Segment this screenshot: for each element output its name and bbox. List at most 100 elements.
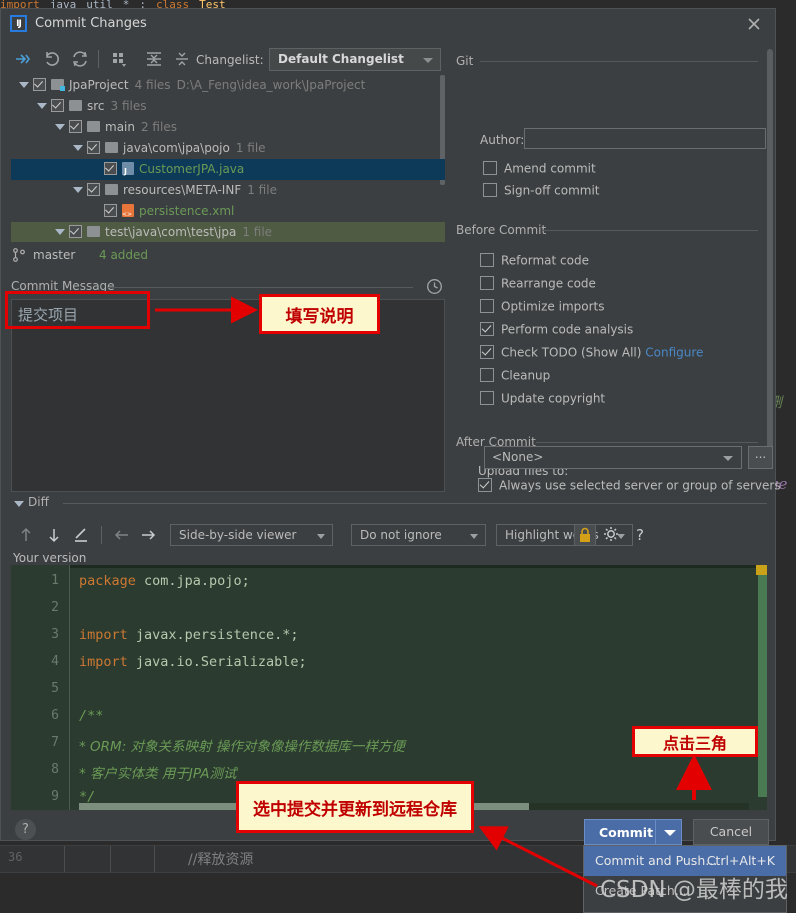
changelist-label: Changelist: — [196, 53, 264, 67]
row-checkbox[interactable] — [69, 225, 82, 238]
table-row[interactable]: JpaProject 4 files D:\A_Feng\idea_work\Jpa… — [11, 75, 445, 96]
row-checkbox[interactable] — [51, 99, 64, 112]
question-icon[interactable]: ? — [629, 524, 651, 546]
diff-section-header[interactable]: Diff — [11, 495, 767, 511]
section-divider — [107, 287, 413, 288]
cancel-button[interactable]: Cancel — [693, 819, 769, 845]
row-checkbox[interactable] — [33, 78, 46, 91]
java-file-icon — [122, 162, 134, 176]
table-row[interactable]: CustomerJPA.java — [11, 159, 445, 180]
diff-section-label: Diff — [28, 495, 49, 509]
branch-icon — [13, 248, 25, 262]
table-row[interactable]: src 3 files — [11, 96, 445, 117]
code-line: import javax.persistence.*; — [79, 627, 298, 643]
always-use-server-checkbox[interactable]: Always use selected server or group of s… — [478, 478, 781, 494]
signoff-commit-checkbox[interactable]: Sign-off commit — [483, 183, 600, 199]
chevron-down-icon[interactable] — [664, 830, 676, 836]
editor-gutter: 1 2 3 4 5 6 7 8 9 — [11, 565, 70, 810]
revert-icon[interactable] — [41, 48, 63, 70]
collapse-all-icon[interactable] — [171, 48, 193, 70]
code-token: java.io.Serializable; — [127, 654, 307, 670]
menu-item-shortcut: Ctrl+Alt+K — [706, 853, 775, 868]
upload-browse-button[interactable]: ... — [748, 446, 773, 469]
expand-all-icon[interactable] — [143, 48, 165, 70]
rearrange-code-checkbox[interactable]: Rearrange code — [480, 276, 596, 292]
lock-icon[interactable] — [574, 524, 596, 546]
close-icon[interactable] — [745, 15, 763, 33]
table-row[interactable]: test\java\com\test\jpa 1 file — [11, 222, 445, 242]
show-diff-icon[interactable] — [11, 48, 33, 70]
table-row[interactable]: persistence.xml — [11, 201, 445, 222]
amend-commit-checkbox[interactable]: Amend commit — [483, 161, 596, 177]
gear-icon[interactable] — [601, 524, 623, 546]
cleanup-checkbox[interactable]: Cleanup — [480, 368, 550, 384]
perform-code-analysis-checkbox[interactable]: Perform code analysis — [480, 322, 633, 338]
table-row[interactable]: java\com\jpa\pojo 1 file — [11, 138, 445, 159]
row-checkbox[interactable] — [104, 204, 117, 217]
ignore-mode-dropdown[interactable]: Do not ignore — [351, 524, 486, 546]
chevron-down-icon[interactable] — [73, 144, 83, 151]
line-number: 1 — [51, 573, 59, 588]
diff-toolbar: Side-by-side viewer Do not ignore Highli… — [11, 521, 767, 549]
code-token: javax.persistence.*; — [127, 627, 299, 643]
menu-item-label: Commit and Push... — [595, 853, 718, 868]
chevron-down-icon[interactable] — [73, 186, 83, 193]
dialog-titlebar: IJ Commit Changes — [1, 9, 775, 38]
chevron-down-icon[interactable] — [55, 228, 65, 235]
section-divider — [63, 503, 767, 504]
background-comment: //释放资源 — [188, 852, 254, 868]
apply-right-icon[interactable] — [137, 524, 159, 546]
editor-top-strip — [11, 565, 767, 568]
refresh-icon[interactable] — [69, 48, 91, 70]
reformat-code-checkbox[interactable]: Reformat code — [480, 253, 589, 269]
group-divider — [480, 61, 758, 62]
upload-server-dropdown[interactable]: <None> — [484, 446, 742, 469]
line-number: 9 — [51, 789, 59, 804]
annotate-icon[interactable] — [71, 524, 93, 546]
table-row[interactable]: resources\META-INF 1 file — [11, 180, 445, 201]
chevron-down-icon[interactable] — [55, 123, 65, 130]
diff-code-editor[interactable]: 1 2 3 4 5 6 7 8 9 package com.jpa.pojo; … — [11, 565, 767, 810]
checkbox-box — [478, 478, 492, 492]
line-number: 8 — [51, 762, 59, 777]
apply-left-icon[interactable] — [111, 524, 133, 546]
optimize-imports-checkbox[interactable]: Optimize imports — [480, 299, 605, 315]
prev-change-icon[interactable] — [15, 524, 37, 546]
bg-kw-4: * — [122, 0, 130, 8]
options-scrollbar-thumb[interactable] — [767, 49, 773, 469]
signoff-commit-label: Sign-off commit — [504, 183, 600, 198]
row-checkbox[interactable] — [69, 120, 82, 133]
chevron-down-icon[interactable] — [14, 501, 24, 507]
ignore-mode-value: Do not ignore — [360, 528, 442, 542]
commit-button[interactable]: Commit — [584, 819, 682, 845]
clock-icon[interactable] — [426, 278, 443, 295]
update-copyright-checkbox[interactable]: Update copyright — [480, 391, 605, 407]
annotation-click-triangle: 点击三角 — [632, 726, 758, 757]
changelist-dropdown[interactable]: Default Changelist — [269, 48, 441, 71]
author-field[interactable] — [524, 128, 766, 149]
editor-vertical-scrollbar[interactable] — [758, 575, 767, 797]
viewer-mode-value: Side-by-side viewer — [179, 528, 297, 542]
changed-files-tree[interactable]: JpaProject 4 files D:\A_Feng\idea_work\Jpa… — [11, 75, 445, 242]
check-todo-checkbox[interactable]: Check TODO (Show All) Configure — [480, 345, 703, 361]
viewer-mode-dropdown[interactable]: Side-by-side viewer — [170, 524, 333, 546]
configure-link[interactable]: Configure — [645, 346, 703, 360]
chevron-down-icon[interactable] — [19, 81, 29, 88]
line-number: 6 — [51, 708, 59, 723]
options-scrollbar[interactable] — [767, 49, 773, 492]
checkbox-box — [480, 368, 494, 382]
help-button[interactable]: ? — [15, 819, 36, 840]
next-change-icon[interactable] — [43, 524, 65, 546]
row-checkbox[interactable] — [104, 162, 117, 175]
group-by-icon[interactable] — [109, 48, 131, 70]
table-row[interactable]: main 2 files — [11, 117, 445, 138]
checkbox-box — [480, 253, 494, 267]
chevron-down-icon[interactable] — [37, 102, 47, 109]
row-checkbox[interactable] — [87, 141, 100, 154]
checkbox-box — [480, 276, 494, 290]
group-divider — [536, 442, 758, 443]
row-checkbox[interactable] — [87, 183, 100, 196]
editor-error-marker[interactable] — [756, 565, 767, 575]
row-count: 2 files — [140, 120, 177, 134]
row-path: D:\A_Feng\idea_work\JpaProject — [176, 78, 366, 92]
